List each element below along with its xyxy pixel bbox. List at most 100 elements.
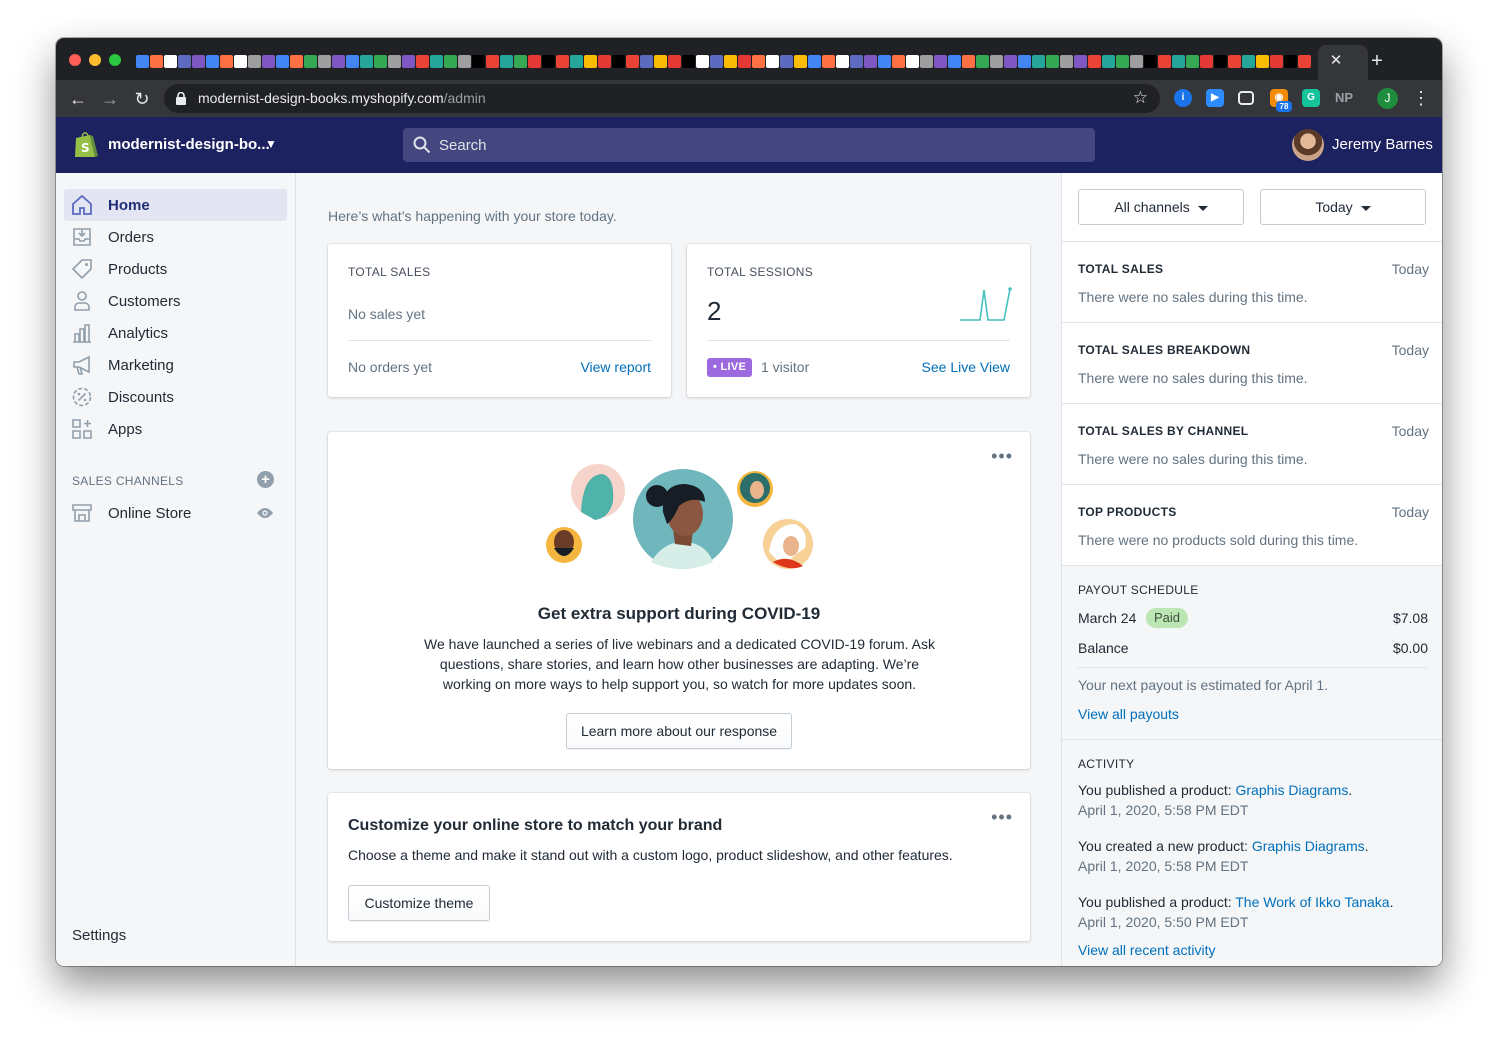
pocket-extension-icon[interactable] xyxy=(1238,91,1254,105)
pinned-tab-favicon[interactable] xyxy=(234,55,247,68)
learn-more-button[interactable]: Learn more about our response xyxy=(566,713,792,749)
pinned-tab-favicon[interactable] xyxy=(780,55,793,68)
pinned-tab-favicon[interactable] xyxy=(598,55,611,68)
pinned-tab-favicon[interactable] xyxy=(528,55,541,68)
channel-filter-dropdown[interactable]: All channels xyxy=(1078,189,1244,225)
pinned-tab-favicon[interactable] xyxy=(850,55,863,68)
pinned-tab-favicon[interactable] xyxy=(136,55,149,68)
pinned-tab-favicon[interactable] xyxy=(178,55,191,68)
back-icon[interactable]: ← xyxy=(66,87,90,111)
pinned-tab-favicon[interactable] xyxy=(150,55,163,68)
pinned-tab-favicon[interactable] xyxy=(1116,55,1129,68)
sidebar-item-orders[interactable]: Orders xyxy=(64,221,287,253)
pinned-tab-favicon[interactable] xyxy=(458,55,471,68)
pinned-tab-favicon[interactable] xyxy=(892,55,905,68)
pinned-tab-favicon[interactable] xyxy=(402,55,415,68)
pinned-tab-favicon[interactable] xyxy=(766,55,779,68)
pinned-tab-favicon[interactable] xyxy=(612,55,625,68)
sidebar-item-analytics[interactable]: Analytics xyxy=(64,317,287,349)
pinned-tab-favicon[interactable] xyxy=(416,55,429,68)
pinned-tab-favicon[interactable] xyxy=(472,55,485,68)
see-live-view-link[interactable]: See Live View xyxy=(922,359,1010,375)
sidebar-item-customers[interactable]: Customers xyxy=(64,285,287,317)
sidebar-item-settings[interactable]: Settings xyxy=(72,927,126,944)
pinned-tab-favicon[interactable] xyxy=(990,55,1003,68)
pinned-tab-favicon[interactable] xyxy=(444,55,457,68)
pinned-tab-favicon[interactable] xyxy=(276,55,289,68)
sidebar-item-online-store[interactable]: Online Store xyxy=(64,497,287,529)
minimize-window-button[interactable] xyxy=(89,54,101,66)
pinned-tab-favicon[interactable] xyxy=(1046,55,1059,68)
pinned-tab-favicon[interactable] xyxy=(682,55,695,68)
product-link[interactable]: Graphis Diagrams xyxy=(1236,782,1349,798)
pinned-tab-favicon[interactable] xyxy=(724,55,737,68)
pinned-tab-favicon[interactable] xyxy=(920,55,933,68)
sidebar-item-marketing[interactable]: Marketing xyxy=(64,349,287,381)
pinned-tab-favicon[interactable] xyxy=(346,55,359,68)
pinned-tab-favicon[interactable] xyxy=(206,55,219,68)
sidebar-item-discounts[interactable]: Discounts xyxy=(64,381,287,413)
pinned-tab-favicon[interactable] xyxy=(1186,55,1199,68)
pinned-tab-favicon[interactable] xyxy=(1200,55,1213,68)
pinned-tab-favicon[interactable] xyxy=(864,55,877,68)
pinned-tab-favicon[interactable] xyxy=(374,55,387,68)
pinned-tabs[interactable] xyxy=(136,53,1316,71)
pinned-tab-favicon[interactable] xyxy=(248,55,261,68)
pinned-tab-favicon[interactable] xyxy=(1074,55,1087,68)
pinned-tab-favicon[interactable] xyxy=(1228,55,1241,68)
pinned-tab-favicon[interactable] xyxy=(164,55,177,68)
pinned-tab-favicon[interactable] xyxy=(1158,55,1171,68)
pinned-tab-favicon[interactable] xyxy=(934,55,947,68)
view-report-link[interactable]: View report xyxy=(580,359,651,375)
onepassword-extension-icon[interactable]: i xyxy=(1174,89,1192,107)
pinned-tab-favicon[interactable] xyxy=(262,55,275,68)
customize-theme-button[interactable]: Customize theme xyxy=(348,885,490,921)
pinned-tab-favicon[interactable] xyxy=(836,55,849,68)
pinned-tab-favicon[interactable] xyxy=(808,55,821,68)
pinned-tab-favicon[interactable] xyxy=(976,55,989,68)
pinned-tab-favicon[interactable] xyxy=(430,55,443,68)
user-avatar[interactable] xyxy=(1292,129,1324,161)
pinned-tab-favicon[interactable] xyxy=(556,55,569,68)
close-window-button[interactable] xyxy=(69,54,81,66)
reload-icon[interactable]: ↻ xyxy=(130,87,154,111)
pinned-tab-favicon[interactable] xyxy=(822,55,835,68)
pinned-tab-favicon[interactable] xyxy=(1060,55,1073,68)
sidebar-item-products[interactable]: Products xyxy=(64,253,287,285)
forward-icon[interactable]: → xyxy=(98,87,122,111)
pinned-tab-favicon[interactable] xyxy=(1298,55,1311,68)
pinned-tab-favicon[interactable] xyxy=(906,55,919,68)
pinned-tab-favicon[interactable] xyxy=(514,55,527,68)
pinned-tab-favicon[interactable] xyxy=(1172,55,1185,68)
pinned-tab-favicon[interactable] xyxy=(584,55,597,68)
pinned-tab-favicon[interactable] xyxy=(290,55,303,68)
pinned-tab-favicon[interactable] xyxy=(388,55,401,68)
pinned-tab-favicon[interactable] xyxy=(654,55,667,68)
sidebar-item-home[interactable]: Home xyxy=(64,189,287,221)
product-link[interactable]: The Work of Ikko Tanaka xyxy=(1235,894,1389,910)
pinned-tab-favicon[interactable] xyxy=(1088,55,1101,68)
pinned-tab-favicon[interactable] xyxy=(220,55,233,68)
pinned-tab-favicon[interactable] xyxy=(192,55,205,68)
pinned-tab-favicon[interactable] xyxy=(794,55,807,68)
product-link[interactable]: Graphis Diagrams xyxy=(1252,838,1365,854)
new-tab-button[interactable]: + xyxy=(1366,50,1388,72)
np-extension-icon[interactable]: NP xyxy=(1332,89,1356,107)
pinned-tab-favicon[interactable] xyxy=(640,55,653,68)
more-options-icon[interactable]: ••• xyxy=(991,807,1013,828)
bookmark-star-icon[interactable]: ☆ xyxy=(1133,88,1148,108)
pinned-tab-favicon[interactable] xyxy=(304,55,317,68)
grammarly-extension-icon[interactable]: G xyxy=(1302,89,1320,107)
zoom-extension-icon[interactable]: ▶ xyxy=(1206,89,1224,107)
pinned-tab-favicon[interactable] xyxy=(710,55,723,68)
pinned-tab-favicon[interactable] xyxy=(1018,55,1031,68)
pinned-tab-favicon[interactable] xyxy=(1004,55,1017,68)
pinned-tab-favicon[interactable] xyxy=(752,55,765,68)
pinned-tab-favicon[interactable] xyxy=(542,55,555,68)
pinned-tab-favicon[interactable] xyxy=(1130,55,1143,68)
pinned-tab-favicon[interactable] xyxy=(318,55,331,68)
pinned-tab-favicon[interactable] xyxy=(962,55,975,68)
pinned-tab-favicon[interactable] xyxy=(1032,55,1045,68)
pinned-tab-favicon[interactable] xyxy=(1256,55,1269,68)
pinned-tab-favicon[interactable] xyxy=(878,55,891,68)
